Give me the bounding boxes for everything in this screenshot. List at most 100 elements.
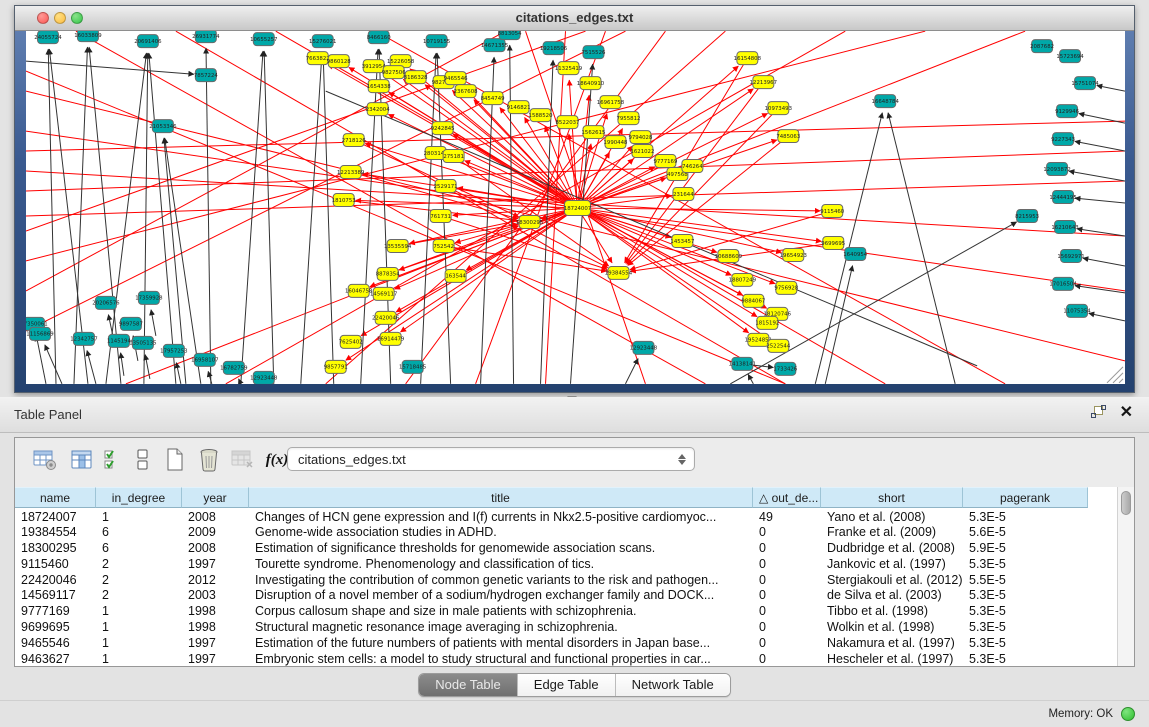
graph-node[interactable]: 8186328: [404, 71, 429, 84]
table-columns-icon[interactable]: [68, 446, 96, 474]
graph-node[interactable]: 9857791: [324, 360, 348, 373]
table-row[interactable]: 969969511998Structural magnetic resonanc…: [15, 619, 1117, 635]
table-row[interactable]: 1456911722003Disruption of a novel membe…: [15, 587, 1117, 603]
graph-node[interactable]: 15692971: [1057, 249, 1084, 262]
graph-node[interactable]: 7515526: [582, 46, 607, 59]
network-graph[interactable]: 2405572416033809206914062693177410655257…: [26, 31, 1125, 384]
table-cell[interactable]: 22420046: [15, 571, 96, 587]
tab-edge-table[interactable]: Edge Table: [518, 674, 616, 696]
graph-node[interactable]: 16648784: [872, 95, 900, 108]
graph-node[interactable]: 15276021: [309, 35, 336, 48]
table-cell[interactable]: Nakamura et al. (1997): [821, 634, 963, 650]
graph-node[interactable]: 1810753: [332, 194, 356, 207]
table-cell[interactable]: 5.6E-5: [963, 524, 1088, 540]
graph-node[interactable]: 18807249: [729, 273, 757, 286]
graph-node[interactable]: 11156869: [26, 327, 54, 340]
graph-node[interactable]: 14138141: [729, 357, 756, 370]
table-cell[interactable]: 0: [753, 650, 821, 666]
graph-node[interactable]: 15723694: [1056, 50, 1084, 63]
table-cell[interactable]: Estimation of significance thresholds fo…: [249, 540, 753, 556]
table-row[interactable]: 1938455462009Genome-wide association stu…: [15, 524, 1117, 540]
table-cell[interactable]: 0: [753, 587, 821, 603]
graph-node[interactable]: 1145194: [107, 334, 132, 347]
table-cell[interactable]: Jankovic et al. (1997): [821, 555, 963, 571]
table-cell[interactable]: 1997: [182, 634, 249, 650]
graph-node[interactable]: 8813054: [498, 31, 523, 40]
column-header-in-degree[interactable]: in_degree: [96, 487, 182, 508]
table-cell[interactable]: 1997: [182, 650, 249, 666]
graph-node[interactable]: 7485063: [776, 130, 800, 143]
graph-node[interactable]: 16046758: [345, 284, 373, 297]
table-cell[interactable]: Hescheler et al. (1997): [821, 650, 963, 666]
graph-node[interactable]: 19654923: [780, 248, 807, 261]
table-row[interactable]: 1830029562008Estimation of significance …: [15, 540, 1117, 556]
table-cell[interactable]: Corpus callosum shape and size in male p…: [249, 603, 753, 619]
table-cell[interactable]: 1: [96, 508, 182, 524]
graph-node[interactable]: 18300295: [516, 215, 543, 228]
table-cell[interactable]: 1: [96, 650, 182, 666]
graph-node[interactable]: 9129946: [1055, 105, 1080, 118]
table-cell[interactable]: 5.5E-5: [963, 571, 1088, 587]
table-cell[interactable]: Tibbo et al. (1998): [821, 603, 963, 619]
graph-node[interactable]: 275181: [443, 150, 464, 163]
table-cell[interactable]: Stergiakouli et al. (2012): [821, 571, 963, 587]
table-cell[interactable]: 0: [753, 571, 821, 587]
graph-node[interactable]: 24055724: [34, 31, 62, 44]
graph-node[interactable]: 15718485: [399, 360, 426, 373]
network-window-titlebar[interactable]: citations_edges.txt: [15, 6, 1134, 31]
table-row[interactable]: 946554611997Estimation of the future num…: [15, 634, 1117, 650]
table-cell[interactable]: 0: [753, 540, 821, 556]
graph-node[interactable]: 9827506: [382, 66, 407, 79]
column-header-short[interactable]: short: [821, 487, 963, 508]
table-cell[interactable]: 1: [96, 603, 182, 619]
graph-node[interactable]: 16958107: [191, 353, 218, 366]
table-cell[interactable]: 9465546: [15, 634, 96, 650]
graph-node[interactable]: 8878354: [376, 267, 401, 280]
table-selector-dropdown[interactable]: citations_edges.txt: [287, 447, 695, 471]
table-cell[interactable]: Estimation of the future numbers of pati…: [249, 634, 753, 650]
graph-node[interactable]: 746264: [682, 160, 703, 173]
graph-node[interactable]: 8215953: [1015, 209, 1039, 222]
graph-node[interactable]: 8522037: [556, 116, 580, 129]
graph-node[interactable]: 1815192: [755, 316, 779, 329]
graph-node[interactable]: 2087682: [1030, 40, 1054, 53]
table-cell[interactable]: 0: [753, 603, 821, 619]
table-cell[interactable]: 5.3E-5: [963, 634, 1088, 650]
table-cell[interactable]: 5.3E-5: [963, 603, 1088, 619]
memory-status-icon[interactable]: [1121, 707, 1135, 721]
graph-node[interactable]: 12923448: [250, 371, 278, 384]
graph-node[interactable]: 17359928: [135, 291, 163, 304]
table-cell[interactable]: Changes of HCN gene expression and I(f) …: [249, 508, 753, 524]
table-cell[interactable]: 2012: [182, 571, 249, 587]
graph-node[interactable]: 18640910: [577, 77, 605, 90]
table-cell[interactable]: Embryonic stem cells: a model to study s…: [249, 650, 753, 666]
column-header-title[interactable]: title: [249, 487, 753, 508]
graph-node[interactable]: 9146821: [507, 101, 531, 114]
table-cell[interactable]: 5.3E-5: [963, 650, 1088, 666]
graph-node[interactable]: 9756928: [774, 281, 799, 294]
new-column-icon[interactable]: [161, 446, 189, 474]
graph-node[interactable]: 1621022: [630, 145, 654, 158]
graph-node[interactable]: 8466160: [367, 31, 392, 44]
table-cell[interactable]: 1997: [182, 555, 249, 571]
graph-node[interactable]: 9699695: [821, 236, 845, 249]
table-cell[interactable]: 2008: [182, 508, 249, 524]
table-cell[interactable]: 6: [96, 524, 182, 540]
graph-node[interactable]: 16210643: [1051, 220, 1078, 233]
table-cell[interactable]: 2: [96, 555, 182, 571]
table-row[interactable]: 911546021997Tourette syndrome. Phenomeno…: [15, 555, 1117, 571]
graph-node[interactable]: 2367608: [454, 85, 479, 98]
graph-node[interactable]: 12213967: [750, 76, 777, 89]
table-cell[interactable]: 2: [96, 587, 182, 603]
graph-node[interactable]: 16914479: [377, 332, 405, 345]
table-cell[interactable]: Yano et al. (2008): [821, 508, 963, 524]
graph-node[interactable]: 19218506: [540, 42, 568, 55]
table-row[interactable]: 946362711997Embryonic stem cells: a mode…: [15, 650, 1117, 666]
delete-table-icon[interactable]: [229, 446, 257, 474]
graph-node[interactable]: 26931774: [192, 31, 220, 43]
graph-node[interactable]: 2522544: [766, 339, 791, 352]
row-mode-icon[interactable]: [129, 446, 157, 474]
graph-node[interactable]: 10688609: [715, 249, 743, 262]
graph-node[interactable]: 163544: [445, 269, 466, 282]
table-settings-icon[interactable]: [31, 446, 59, 474]
